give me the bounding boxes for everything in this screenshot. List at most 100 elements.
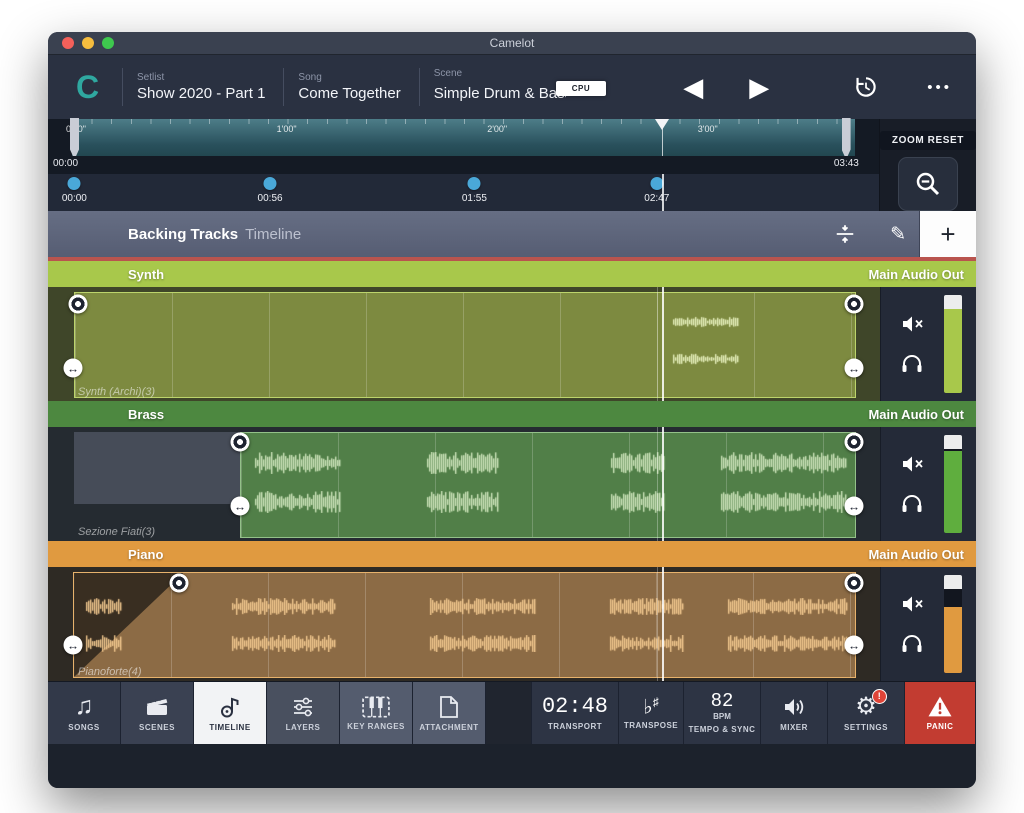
zoom-reset-button[interactable]: ZOOM RESET <box>880 131 976 150</box>
song-field[interactable]: Song Come Together <box>283 68 418 106</box>
trim-end-handle[interactable]: ↔ <box>845 359 864 378</box>
collapse-tracks-icon <box>834 223 856 245</box>
playhead-marker[interactable] <box>655 119 669 130</box>
fade-in-handle[interactable] <box>231 433 250 452</box>
track-controls-piano <box>880 567 976 681</box>
scene-field[interactable]: Scene Simple Drum & Bass CPU <box>419 68 624 106</box>
track-header-brass[interactable]: Brass Main Audio Out <box>48 401 976 427</box>
marker-dot[interactable] <box>264 177 277 190</box>
tab-timeline[interactable]: TIMELINE <box>194 682 267 744</box>
panic-button[interactable]: PANIC <box>905 682 976 744</box>
track-header-piano[interactable]: Piano Main Audio Out <box>48 541 976 567</box>
collapse-tracks-button[interactable] <box>834 223 856 245</box>
song-label: Song <box>298 72 400 83</box>
zoom-tool-button[interactable] <box>898 157 958 211</box>
move-arrows-icon: ↔ <box>234 499 246 513</box>
transport-button[interactable]: 02:48 TRANSPORT <box>532 682 619 744</box>
level-meter[interactable] <box>944 435 962 533</box>
tab-label: SONGS <box>68 723 99 732</box>
mute-button[interactable] <box>901 315 925 333</box>
playhead-line <box>662 174 664 211</box>
add-track-button[interactable]: + <box>919 211 976 257</box>
trim-end-handle[interactable]: ↔ <box>845 636 864 655</box>
ruler-band[interactable]: 0'00" 1'00" 2'00" 3'00" <box>72 119 855 156</box>
marker-time: 02:47 <box>644 193 669 204</box>
level-meter[interactable] <box>944 575 962 673</box>
scene-marker[interactable]: 00:00 <box>62 177 87 204</box>
tracks-area: Synth Main Audio Out ↔ ↔ <box>48 261 976 681</box>
track-lane-piano[interactable]: ↔ ↔ Pianoforte(4) <box>48 567 880 681</box>
track-lane-brass[interactable]: ↔ ↔ Sezione Fiati(3) <box>48 427 880 541</box>
fade-out-handle[interactable] <box>845 574 864 593</box>
mixer-button[interactable]: MIXER <box>761 682 828 744</box>
timeline-note-icon <box>217 695 243 719</box>
fade-in-shade <box>74 573 183 677</box>
trim-start-handle[interactable]: ↔ <box>231 497 250 516</box>
edit-tracks-button[interactable]: ✎ <box>890 223 906 246</box>
trim-end-handle[interactable]: ↔ <box>845 497 864 516</box>
tab-key-ranges[interactable]: KEY RANGES <box>340 682 413 744</box>
more-button[interactable]: ••• <box>927 79 952 96</box>
tab-scenes[interactable]: SCENES <box>121 682 194 744</box>
meter-fill <box>944 451 962 533</box>
zoom-range-handle-right[interactable] <box>842 118 851 159</box>
fade-out-handle[interactable] <box>845 433 864 452</box>
solo-headphones-button[interactable] <box>901 633 925 653</box>
meter-fill <box>944 607 962 673</box>
track-output[interactable]: Main Audio Out <box>868 547 964 562</box>
mute-button[interactable] <box>901 595 925 613</box>
fade-in-handle[interactable] <box>170 574 189 593</box>
tab-layers[interactable]: LAYERS <box>267 682 340 744</box>
transport-label: TRANSPORT <box>548 722 602 731</box>
close-button[interactable] <box>62 37 74 49</box>
tab-attachment[interactable]: ATTACHMENT <box>413 682 486 744</box>
document-icon <box>438 695 460 719</box>
fade-in-handle[interactable] <box>69 295 88 314</box>
previous-button[interactable]: ◀ <box>683 74 703 100</box>
markers-strip[interactable]: 00:00 00:56 01:55 02:47 <box>48 174 879 211</box>
track-synth: Synth Main Audio Out ↔ ↔ <box>48 261 976 401</box>
track-lane-synth[interactable]: ↔ ↔ Synth (Archi)(3) <box>48 287 880 401</box>
minimize-button[interactable] <box>82 37 94 49</box>
track-output[interactable]: Main Audio Out <box>868 407 964 422</box>
fullscreen-button[interactable] <box>102 37 114 49</box>
scene-value: Simple Drum & Bass <box>434 85 566 102</box>
setlist-field[interactable]: Setlist Show 2020 - Part 1 <box>122 68 283 106</box>
fade-out-handle[interactable] <box>845 295 864 314</box>
setlist-label: Setlist <box>137 72 265 83</box>
scene-marker[interactable]: 00:56 <box>258 177 283 204</box>
trim-start-handle[interactable]: ↔ <box>64 359 83 378</box>
scene-marker[interactable]: 02:47 <box>644 177 669 204</box>
track-header-synth[interactable]: Synth Main Audio Out <box>48 261 976 287</box>
marker-dot[interactable] <box>68 177 81 190</box>
bottom-toolbar: ♫ SONGS SCENES TIMELINE <box>48 681 976 744</box>
mute-speaker-icon <box>901 455 925 473</box>
backing-tracks-title: Backing TracksTimeline <box>128 226 301 243</box>
history-button[interactable] <box>853 74 879 100</box>
marker-dot[interactable] <box>468 177 481 190</box>
tab-songs[interactable]: ♫ SONGS <box>48 682 121 744</box>
scene-marker[interactable]: 01:55 <box>462 177 487 204</box>
audio-region-piano[interactable] <box>73 572 856 678</box>
mute-button[interactable] <box>901 455 925 473</box>
audio-region-brass[interactable] <box>240 432 856 538</box>
zoom-panel: ZOOM RESET <box>879 119 976 211</box>
tempo-sync-button[interactable]: 82 BPM TEMPO & SYNC <box>684 682 761 744</box>
playhead-line <box>662 427 664 541</box>
audio-region-synth[interactable] <box>74 292 856 398</box>
trim-start-handle[interactable]: ↔ <box>64 636 83 655</box>
level-meter[interactable] <box>944 295 962 393</box>
settings-button[interactable]: ⚙ ! SETTINGS <box>828 682 905 744</box>
solo-headphones-button[interactable] <box>901 353 925 373</box>
solo-headphones-button[interactable] <box>901 493 925 513</box>
transpose-button[interactable]: ♭♯ TRANSPOSE <box>619 682 684 744</box>
waveform <box>74 598 855 615</box>
zoom-range-handle-left[interactable] <box>70 118 79 159</box>
clapperboard-icon <box>144 695 170 719</box>
play-button[interactable]: ▶ <box>749 74 769 100</box>
track-output[interactable]: Main Audio Out <box>868 267 964 282</box>
mute-speaker-icon <box>901 315 925 333</box>
history-icon <box>853 74 879 100</box>
setlist-value: Show 2020 - Part 1 <box>137 85 265 102</box>
timeline-ruler[interactable]: 0'00" 1'00" 2'00" 3'00" <box>48 119 879 156</box>
